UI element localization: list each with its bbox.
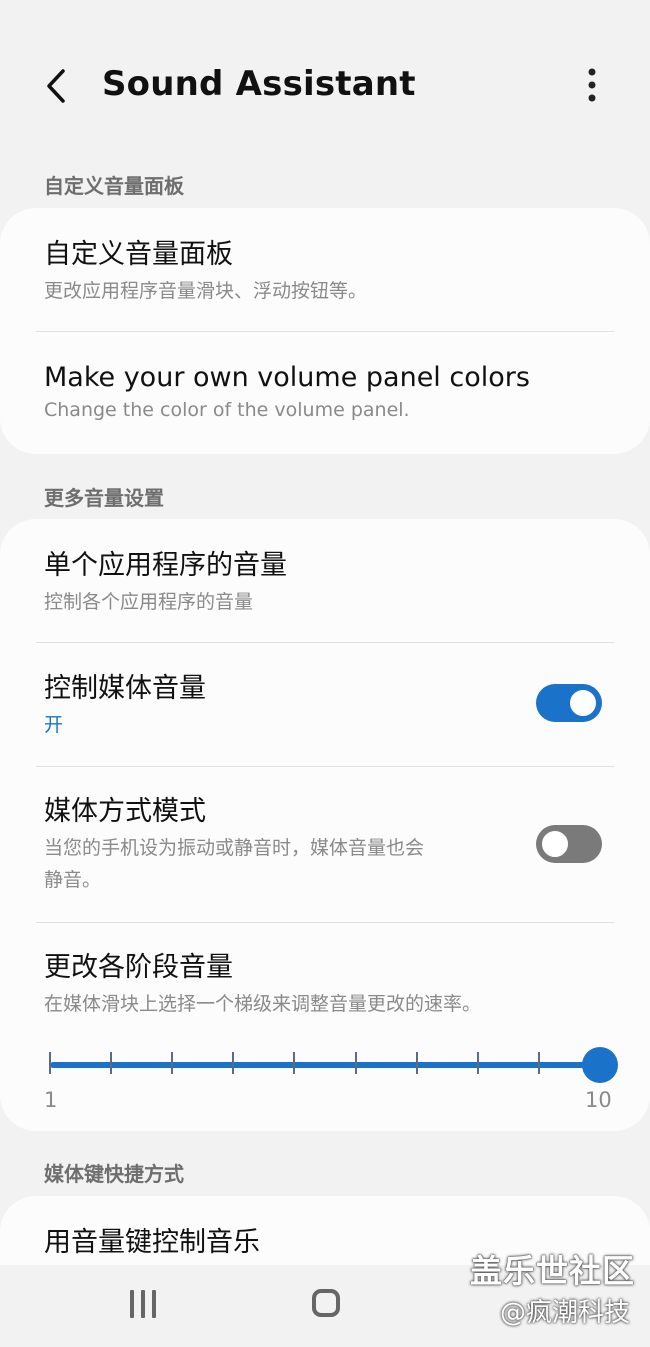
slider-tick xyxy=(415,1052,418,1074)
settings-item-volume-steps: 更改各阶段音量 在媒体滑块上选择一个梯级来调整音量更改的速率。 xyxy=(44,951,481,1019)
slider-tick xyxy=(293,1052,296,1074)
more-options-button[interactable] xyxy=(580,66,604,106)
slider-tick xyxy=(171,1052,174,1074)
settings-card: 自定义音量面板 更改应用程序音量滑块、浮动按钮等。 Make your own … xyxy=(0,208,650,454)
settings-item-custom-volume-panel[interactable]: 自定义音量面板 更改应用程序音量滑块、浮动按钮等。 xyxy=(44,238,367,306)
slider-min-label: 1 xyxy=(44,1088,58,1112)
divider xyxy=(36,766,614,767)
volume-step-slider[interactable] xyxy=(49,1047,618,1083)
slider-tick xyxy=(476,1052,479,1074)
slider-track xyxy=(50,1062,600,1068)
item-title: 自定义音量面板 xyxy=(44,239,233,270)
slider-tick xyxy=(49,1052,51,1074)
slider-tick xyxy=(354,1052,357,1074)
recent-apps-icon[interactable] xyxy=(128,1290,158,1320)
item-subtitle: 控制各个应用程序的音量 xyxy=(44,591,254,613)
media-volume-toggle[interactable] xyxy=(536,684,602,722)
more-vertical-icon xyxy=(588,68,596,102)
slider-tick xyxy=(110,1052,113,1074)
watermark-title: 盖乐世社区 xyxy=(470,1252,636,1290)
item-subtitle: 更改应用程序音量滑块、浮动按钮等。 xyxy=(44,280,368,302)
page-title: Sound Assistant xyxy=(102,64,416,104)
settings-item-app-volume[interactable]: 单个应用程序的音量 控制各个应用程序的音量 xyxy=(44,549,287,617)
divider xyxy=(36,922,614,923)
divider xyxy=(36,642,614,643)
item-title: 用音量键控制音乐 xyxy=(44,1227,260,1258)
item-title: 更改各阶段音量 xyxy=(44,952,233,983)
settings-item-volume-key-music[interactable]: 用音量键控制音乐 xyxy=(44,1226,260,1260)
settings-item-control-media-volume[interactable]: 控制媒体音量 开 xyxy=(44,672,206,740)
watermark-handle: @疯潮科技 xyxy=(500,1298,631,1328)
home-icon[interactable] xyxy=(312,1289,340,1317)
toggle-knob xyxy=(539,828,571,860)
settings-item-media-mode[interactable]: 媒体方式模式 当您的手机设为振动或静音时，媒体音量也会 静音。 xyxy=(44,795,424,895)
chevron-left-icon xyxy=(47,69,65,103)
app-bar: Sound Assistant xyxy=(0,40,650,130)
divider xyxy=(36,331,614,332)
section-header-media-key-shortcuts: 媒体键快捷方式 xyxy=(44,1162,184,1186)
slider-tick xyxy=(537,1052,540,1074)
section-header-more-volume-settings: 更多音量设置 xyxy=(44,486,164,510)
item-title: 单个应用程序的音量 xyxy=(44,550,287,581)
item-title: 媒体方式模式 xyxy=(44,796,206,827)
item-subtitle-line1: 当您的手机设为振动或静音时，媒体音量也会 xyxy=(44,837,425,859)
item-subtitle-line2: 静音。 xyxy=(44,869,102,891)
item-subtitle: Change the color of the volume panel. xyxy=(44,399,410,421)
item-status: 开 xyxy=(44,714,64,736)
item-title: Make your own volume panel colors xyxy=(44,362,530,393)
media-mode-toggle[interactable] xyxy=(536,825,602,863)
item-subtitle: 在媒体滑块上选择一个梯级来调整音量更改的速率。 xyxy=(44,993,482,1015)
settings-item-volume-panel-colors[interactable]: Make your own volume panel colors Change… xyxy=(44,361,530,425)
toggle-knob xyxy=(567,687,599,719)
settings-card: 单个应用程序的音量 控制各个应用程序的音量 控制媒体音量 开 媒体方式模式 当您… xyxy=(0,519,650,1131)
section-header-custom-volume-panel: 自定义音量面板 xyxy=(44,174,184,198)
back-button[interactable] xyxy=(38,66,78,106)
slider-max-label: 10 xyxy=(585,1088,612,1112)
slider-thumb[interactable] xyxy=(582,1047,618,1083)
item-title: 控制媒体音量 xyxy=(44,673,206,704)
slider-tick xyxy=(232,1052,235,1074)
